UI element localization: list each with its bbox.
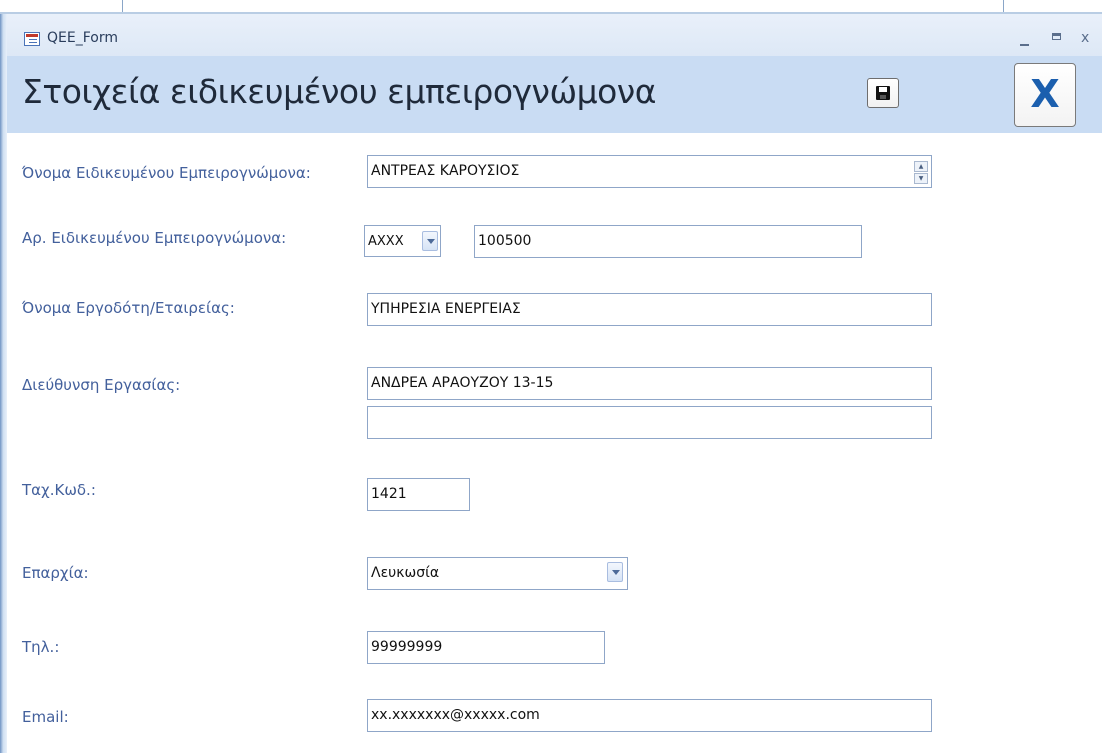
expert-name-field[interactable]: ΑΝΤΡΕΑΣ ΚΑΡΟΥΣΙΟΣ ▲ ▼ [367, 155, 932, 188]
expert-number-prefix-select[interactable]: AXXX [364, 225, 441, 257]
work-address-line1-value: ΑΝΔΡΕΑ ΑΡΑΟΥΖΟΥ 13-15 [371, 375, 554, 391]
close-form-button[interactable]: X [1014, 63, 1076, 127]
postal-code-label: Ταχ.Κωδ.: [22, 481, 96, 499]
postal-code-field[interactable]: 1421 [367, 478, 470, 511]
expert-number-label: Αρ. Ειδικευμένου Εμπειρογνώμονα: [22, 229, 287, 247]
expert-name-label: Όνομα Ειδικευμένου Εμπειρογνώμονα: [22, 164, 311, 182]
maximize-button[interactable] [1052, 30, 1061, 40]
work-address-line1-field[interactable]: ΑΝΔΡΕΑ ΑΡΑΟΥΖΟΥ 13-15 [367, 367, 932, 400]
district-value: Λευκωσία [371, 565, 440, 581]
expert-number-field[interactable]: 100500 [474, 225, 862, 258]
expert-number-prefix-value: AXXX [368, 234, 404, 249]
district-label: Επαρχία: [22, 564, 89, 582]
phone-value: 99999999 [371, 639, 443, 655]
window-left-border [0, 14, 7, 753]
form-title: Στοιχεία ειδικευμένου εμπειρογνώμονα [22, 72, 656, 111]
phone-field[interactable]: 99999999 [367, 631, 605, 664]
scroll-down-icon[interactable]: ▼ [914, 173, 928, 184]
top-strip [0, 0, 1102, 14]
work-address-label: Διεύθυνση Εργασίας: [22, 376, 181, 394]
employer-name-value: ΥΠΗΡΕΣΙΑ ΕΝΕΡΓΕΙΑΣ [371, 301, 521, 317]
window-title-bar[interactable]: QEE_Form x [7, 14, 1102, 56]
phone-label: Τηλ.: [22, 638, 60, 656]
save-button[interactable] [867, 78, 899, 108]
window-close-button[interactable]: x [1081, 30, 1089, 46]
chevron-down-icon[interactable] [422, 231, 438, 251]
close-icon: X [1030, 72, 1060, 116]
minimize-button[interactable] [1020, 33, 1029, 46]
district-select[interactable]: Λευκωσία [367, 557, 628, 590]
work-address-line2-field[interactable] [367, 406, 932, 439]
email-value: xx.xxxxxxx@xxxxx.com [371, 707, 540, 723]
employer-name-field[interactable]: ΥΠΗΡΕΣΙΑ ΕΝΕΡΓΕΙΑΣ [367, 293, 932, 326]
scroll-spinner[interactable]: ▲ ▼ [914, 161, 928, 184]
email-label: Email: [22, 708, 69, 726]
chevron-down-icon[interactable] [607, 562, 623, 582]
top-strip-divider [122, 0, 123, 12]
form-detail: Όνομα Ειδικευμένου Εμπειρογνώμονα: ΑΝΤΡΕ… [7, 133, 1102, 753]
employer-name-label: Όνομα Εργοδότη/Εταιρείας: [22, 299, 235, 317]
top-strip-divider [1003, 0, 1004, 12]
scroll-up-icon[interactable]: ▲ [914, 161, 928, 172]
postal-code-value: 1421 [371, 486, 407, 502]
minimize-icon [1020, 44, 1029, 46]
maximize-icon [1052, 33, 1061, 40]
window-title: QEE_Form [47, 30, 118, 46]
save-icon [876, 86, 890, 100]
expert-number-value: 100500 [478, 233, 532, 249]
email-field[interactable]: xx.xxxxxxx@xxxxx.com [367, 699, 932, 732]
expert-name-value: ΑΝΤΡΕΑΣ ΚΑΡΟΥΣΙΟΣ [371, 163, 520, 179]
form-icon [24, 32, 40, 46]
form-header: Στοιχεία ειδικευμένου εμπειρογνώμονα X [7, 56, 1102, 133]
